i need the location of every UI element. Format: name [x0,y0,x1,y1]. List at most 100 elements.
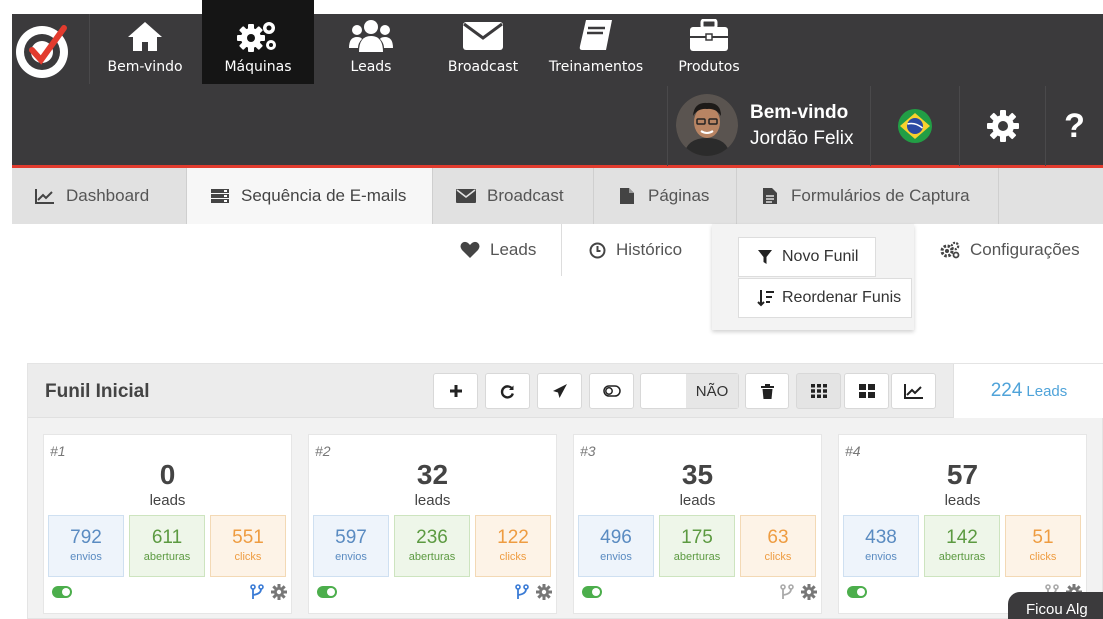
novo-funil-button[interactable]: Novo Funil [738,237,876,277]
send-button[interactable] [537,373,582,409]
step-leads-count: 0 [159,459,176,490]
grid-large-icon [858,384,875,398]
novo-funil-label: Novo Funil [782,248,859,265]
subtab-label: Leads [490,240,537,259]
file-icon [616,187,638,205]
funnel-dropdown-menu: Novo Funil Reordenar Funis [712,224,914,330]
branch-icon[interactable] [515,584,529,600]
tab-sequencia-emails[interactable]: Sequência de E-mails [187,168,433,224]
add-step-button[interactable] [433,373,478,409]
funnel-step-card[interactable]: #2 32 leads 597 envios 236 aberturas 122 cl… [308,434,557,614]
gear-icon[interactable] [536,584,552,600]
stat-value: 438 [865,527,897,548]
sort-icon [757,290,774,307]
stat-value: 142 [946,527,978,548]
stat-value: 551 [232,527,264,548]
nav-label: Leads [350,59,392,75]
reordenar-funis-label: Reordenar Funis [782,289,902,306]
brazil-flag-icon [898,109,932,143]
envelope-icon [455,187,477,205]
book-icon [574,18,618,54]
lead-count-unit: Leads [1026,382,1068,400]
step-leads-label: leads [149,492,186,509]
subtab-label: Histórico [616,240,683,259]
step-active-toggle[interactable] [317,586,337,598]
step-leads-count: 32 [416,459,449,490]
language-selector[interactable] [871,86,960,166]
step-active-toggle[interactable] [847,586,867,598]
user-profile[interactable]: Bem-vindo Jordão Felix [667,86,871,166]
stat-label: clicks [499,551,527,563]
logo-icon[interactable] [12,18,78,84]
filter-icon [758,250,772,264]
subtab-separator [561,224,562,276]
tab-dashboard[interactable]: Dashboard [12,168,187,224]
chart-view-button[interactable] [891,373,936,409]
envelope-icon [461,18,505,54]
stat-envios: 438 envios [843,515,919,577]
question-icon: ? [1064,106,1085,145]
funnel-step-card[interactable]: #3 35 leads 496 envios 175 aberturas 63 cli… [573,434,822,614]
settings-button[interactable] [960,86,1046,166]
grid-view-button[interactable] [796,373,841,409]
toggle-off-button[interactable] [589,373,634,409]
active-toggle[interactable]: NÃO [640,373,739,409]
stat-value: 236 [416,527,448,548]
stat-label: aberturas [938,551,986,563]
funnel-step-card[interactable]: #1 0 leads 792 envios 611 aberturas 551 cli… [43,434,292,614]
clock-icon [589,242,606,259]
grid-small-icon [810,384,827,398]
stat-value: 175 [681,527,713,548]
refresh-icon [500,384,514,399]
chat-widget-tab[interactable]: Ficou Alg [1008,592,1103,619]
tab-paginas[interactable]: Páginas [594,168,737,224]
toggle-off-icon [602,385,621,397]
tab-formularios[interactable]: Formulários de Captura [737,168,999,224]
step-index: #2 [315,443,331,459]
cogs-icon [940,241,960,259]
large-grid-view-button[interactable] [844,373,889,409]
stat-value: 122 [497,527,529,548]
subtab-leads[interactable]: Leads [460,224,536,276]
nav-label: Bem-vindo [107,59,183,75]
subtab-historico[interactable]: Histórico [589,224,682,276]
nav-item-broadcast[interactable]: Broadcast [428,0,538,84]
branch-icon[interactable] [250,584,264,600]
nav-item-produtos[interactable]: Produtos [654,0,764,84]
gear-icon[interactable] [801,584,817,600]
stat-label: envios [600,551,632,563]
plus-icon [449,385,462,397]
stat-aberturas: 236 aberturas [394,515,470,577]
stat-value: 597 [335,527,367,548]
funnel-header: Funil Inicial NÃO 224 Leads [28,364,1103,418]
stat-value: 51 [1032,527,1054,548]
nav-item-maquinas[interactable]: Máquinas [202,0,314,84]
top-navbar: Bem-vindo Máquinas Leads Broadcast Trein… [12,0,1103,168]
stat-label: clicks [234,551,262,563]
tab-label: Broadcast [487,186,564,205]
line-chart-icon [34,187,56,205]
reordenar-funis-button[interactable]: Reordenar Funis [738,278,912,318]
refresh-button[interactable] [485,373,530,409]
step-leads-label: leads [679,492,716,509]
nav-item-treinamentos[interactable]: Treinamentos [540,0,652,84]
line-chart-icon [903,384,923,399]
funnel-step-card[interactable]: #4 57 leads 438 envios 142 aberturas 51 cli… [838,434,1087,614]
step-active-toggle[interactable] [52,586,72,598]
lead-count[interactable]: 224 Leads [953,364,1103,418]
gear-icon[interactable] [271,584,287,600]
nav-label: Produtos [678,59,740,75]
step-active-toggle[interactable] [582,586,602,598]
step-leads-label: leads [414,492,451,509]
nav-label: Treinamentos [548,59,644,75]
delete-button[interactable] [745,373,789,409]
branch-icon[interactable] [780,584,794,600]
tab-broadcast[interactable]: Broadcast [433,168,594,224]
nav-item-leads[interactable]: Leads [316,0,426,84]
nav-item-bem-vindo[interactable]: Bem-vindo [90,0,200,84]
briefcase-icon [687,18,731,54]
help-button[interactable]: ? [1046,86,1103,166]
stat-clicks: 51 clicks [1005,515,1081,577]
stat-envios: 792 envios [48,515,124,577]
subtab-configuracoes[interactable]: Configurações [940,224,1080,276]
